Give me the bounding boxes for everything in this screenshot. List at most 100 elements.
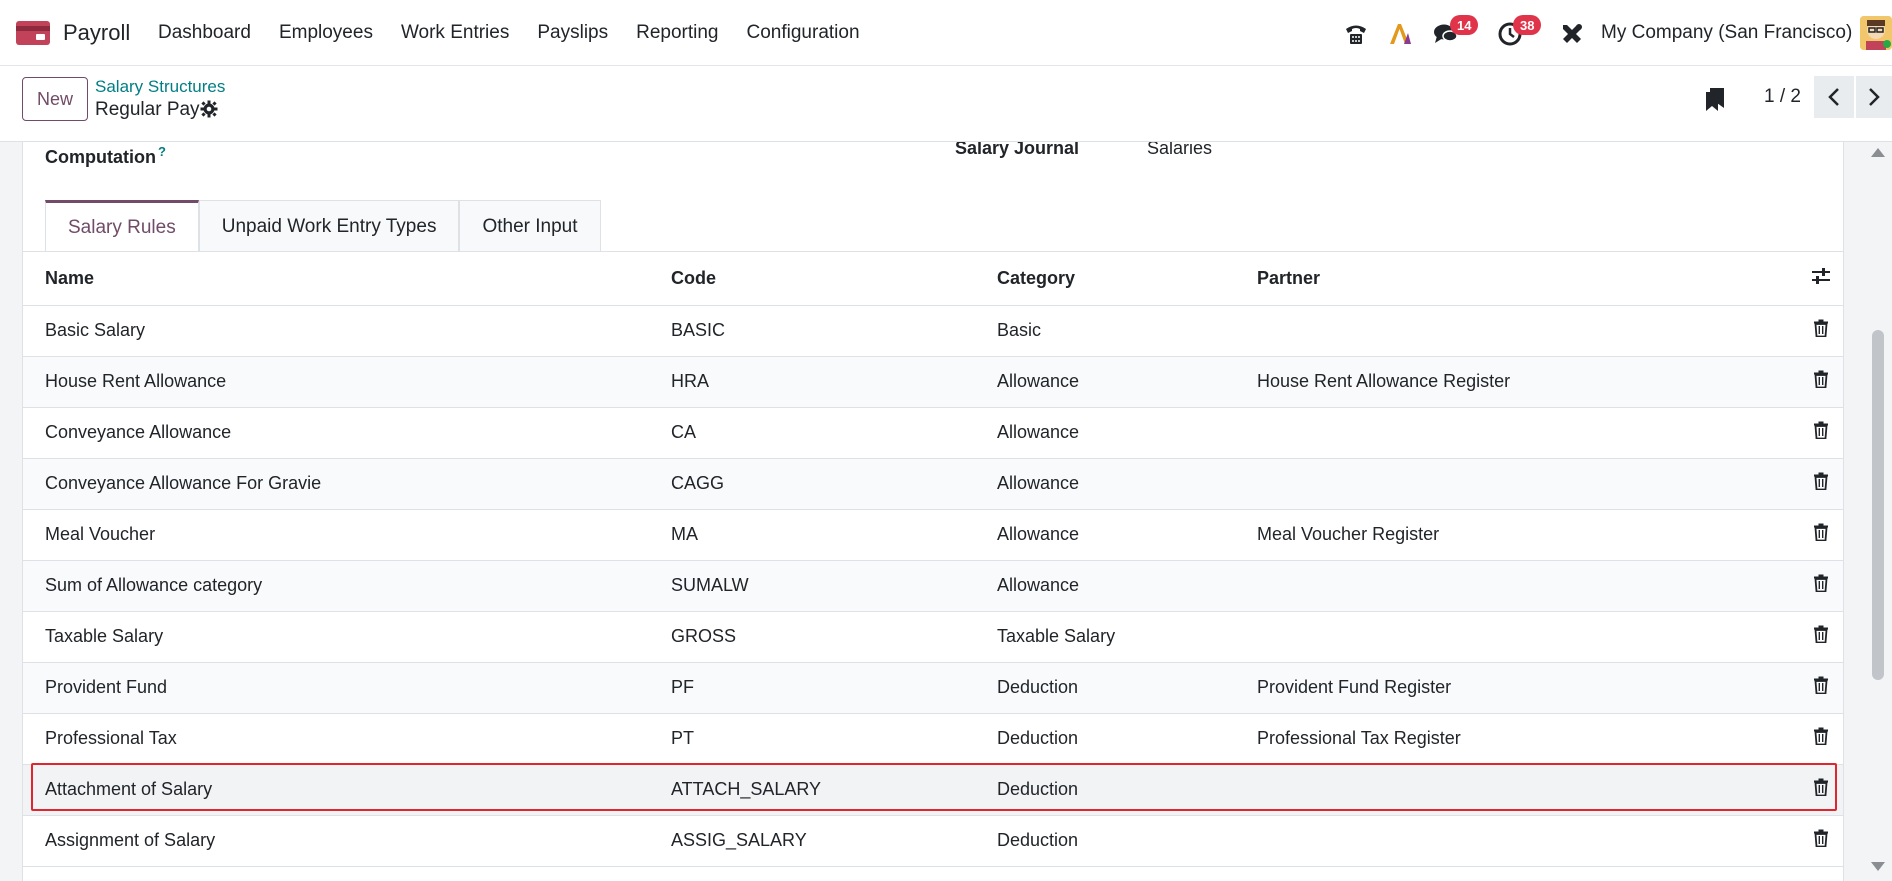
column-header-partner[interactable]: Partner: [1257, 252, 1797, 306]
rule-category-cell[interactable]: Allowance: [997, 509, 1257, 561]
rule-partner-cell[interactable]: Professional Tax Register: [1257, 713, 1797, 765]
rule-category-cell[interactable]: Allowance: [997, 407, 1257, 459]
table-row[interactable]: Conveyance Allowance CA Allowance: [23, 407, 1843, 459]
rule-category-cell[interactable]: Deduction: [997, 815, 1257, 867]
payroll-app-icon[interactable]: [16, 21, 50, 45]
pager-next-button[interactable]: [1856, 76, 1892, 118]
rule-partner-cell[interactable]: Meal Voucher Register: [1257, 509, 1797, 561]
delete-row-button[interactable]: [1797, 458, 1843, 510]
table-row[interactable]: Sum of Allowance category SUMALW Allowance: [23, 560, 1843, 612]
rule-code-cell[interactable]: MA: [671, 509, 997, 561]
menu-employees[interactable]: Employees: [279, 22, 373, 44]
rule-code-cell[interactable]: SUMALW: [671, 560, 997, 612]
delete-row-button[interactable]: [1797, 662, 1843, 714]
menu-payslips[interactable]: Payslips: [537, 22, 608, 44]
rule-name-cell[interactable]: Sum of Allowance category: [23, 560, 671, 612]
rule-code-cell[interactable]: ASSIG_SALARY: [671, 815, 997, 867]
rule-category-cell[interactable]: Deduction: [997, 713, 1257, 765]
menu-dashboard[interactable]: Dashboard: [158, 22, 251, 44]
column-header-code[interactable]: Code: [671, 252, 997, 306]
menu-configuration[interactable]: Configuration: [747, 22, 860, 44]
rule-category-cell[interactable]: Deduction: [997, 764, 1257, 816]
pager-previous-button[interactable]: [1814, 76, 1854, 118]
rule-category-cell[interactable]: Taxable Salary: [997, 611, 1257, 663]
rule-partner-cell[interactable]: [1257, 407, 1797, 459]
rule-partner-cell[interactable]: [1257, 764, 1797, 816]
menu-reporting[interactable]: Reporting: [636, 22, 718, 44]
table-row[interactable]: Meal Voucher MA Allowance Meal Voucher Regi…: [23, 509, 1843, 561]
rule-category-cell[interactable]: Allowance: [997, 458, 1257, 510]
pager-value[interactable]: 1 / 2: [1764, 86, 1801, 108]
new-button[interactable]: New: [22, 77, 88, 121]
rule-partner-cell[interactable]: Provident Fund Register: [1257, 662, 1797, 714]
rule-name-cell[interactable]: Provident Fund: [23, 662, 671, 714]
scroll-up-arrow-icon[interactable]: [1871, 148, 1885, 157]
rule-code-cell[interactable]: CA: [671, 407, 997, 459]
rule-partner-cell[interactable]: [1257, 305, 1797, 357]
tab-other-input[interactable]: Other Input: [459, 200, 601, 252]
rule-code-cell[interactable]: BASIC: [671, 305, 997, 357]
delete-row-button[interactable]: [1797, 560, 1843, 612]
rule-partner-cell[interactable]: [1257, 458, 1797, 510]
gear-icon[interactable]: [200, 100, 218, 118]
delete-row-button[interactable]: [1797, 713, 1843, 765]
phone-icon[interactable]: [1342, 20, 1370, 48]
rule-category-cell[interactable]: Deduction: [997, 662, 1257, 714]
rule-partner-cell[interactable]: [1257, 815, 1797, 867]
table-row[interactable]: Provident Fund PF Deduction Provident Fund …: [23, 662, 1843, 714]
breadcrumb-salary-structures[interactable]: Salary Structures: [95, 77, 225, 97]
rule-name-cell[interactable]: Attachment of Salary: [23, 764, 671, 816]
delete-row-button[interactable]: [1797, 407, 1843, 459]
rule-code-cell[interactable]: PF: [671, 662, 997, 714]
delete-row-button[interactable]: [1797, 815, 1843, 867]
table-row[interactable]: Basic Salary BASIC Basic: [23, 305, 1843, 357]
table-row[interactable]: Professional Tax PT Deduction Professional …: [23, 713, 1843, 765]
delete-row-button[interactable]: [1797, 356, 1843, 408]
rule-category-cell[interactable]: Allowance: [997, 560, 1257, 612]
rule-category-cell[interactable]: Allowance: [997, 356, 1257, 408]
user-avatar[interactable]: [1860, 16, 1892, 50]
salary-journal-field[interactable]: Salaries: [1147, 142, 1212, 159]
help-tooltip-icon[interactable]: ?: [158, 144, 166, 159]
rule-code-cell[interactable]: HRA: [671, 356, 997, 408]
scroll-down-arrow-icon[interactable]: [1871, 862, 1885, 871]
column-header-category[interactable]: Category: [997, 252, 1257, 306]
rule-category-cell[interactable]: Basic: [997, 305, 1257, 357]
table-header-row: Name Code Category Partner: [23, 252, 1843, 306]
rule-name-cell[interactable]: Professional Tax: [23, 713, 671, 765]
bookmark-icon[interactable]: [1704, 86, 1726, 112]
rule-partner-cell[interactable]: [1257, 611, 1797, 663]
rule-name-cell[interactable]: Assignment of Salary: [23, 815, 671, 867]
table-row[interactable]: Conveyance Allowance For Gravie CAGG Allow…: [23, 458, 1843, 510]
rule-name-cell[interactable]: House Rent Allowance: [23, 356, 671, 408]
company-switcher[interactable]: My Company (San Francisco): [1601, 22, 1852, 44]
delete-row-button[interactable]: [1797, 764, 1843, 816]
rule-code-cell[interactable]: GROSS: [671, 611, 997, 663]
rule-code-cell[interactable]: PT: [671, 713, 997, 765]
rule-name-cell[interactable]: Meal Voucher: [23, 509, 671, 561]
rule-name-cell[interactable]: Taxable Salary: [23, 611, 671, 663]
tools-icon[interactable]: [1558, 20, 1586, 48]
rule-code-cell[interactable]: CAGG: [671, 458, 997, 510]
rule-partner-cell[interactable]: House Rent Allowance Register: [1257, 356, 1797, 408]
delete-row-button[interactable]: [1797, 509, 1843, 561]
rule-name-cell[interactable]: Basic Salary: [23, 305, 671, 357]
table-row[interactable]: Assignment of Salary ASSIG_SALARY Deductio…: [23, 815, 1843, 867]
scrollbar-thumb[interactable]: [1872, 330, 1884, 680]
table-row[interactable]: Taxable Salary GROSS Taxable Salary: [23, 611, 1843, 663]
tab-unpaid-work-entry-types[interactable]: Unpaid Work Entry Types: [198, 200, 460, 252]
rule-name-cell[interactable]: Conveyance Allowance: [23, 407, 671, 459]
table-row[interactable]: House Rent Allowance HRA Allowance House Re…: [23, 356, 1843, 408]
ai-icon[interactable]: [1386, 20, 1414, 48]
delete-row-button[interactable]: [1797, 611, 1843, 663]
menu-work-entries[interactable]: Work Entries: [401, 22, 509, 44]
optional-columns-toggle[interactable]: [1797, 252, 1843, 306]
rule-name-cell[interactable]: Conveyance Allowance For Gravie: [23, 458, 671, 510]
app-name[interactable]: Payroll: [63, 20, 130, 46]
column-header-name[interactable]: Name: [23, 252, 671, 306]
rule-partner-cell[interactable]: [1257, 560, 1797, 612]
delete-row-button[interactable]: [1797, 305, 1843, 357]
tab-salary-rules[interactable]: Salary Rules: [45, 200, 199, 252]
rule-code-cell[interactable]: ATTACH_SALARY: [671, 764, 997, 816]
table-row[interactable]: Attachment of Salary ATTACH_SALARY Deducti…: [23, 764, 1843, 816]
